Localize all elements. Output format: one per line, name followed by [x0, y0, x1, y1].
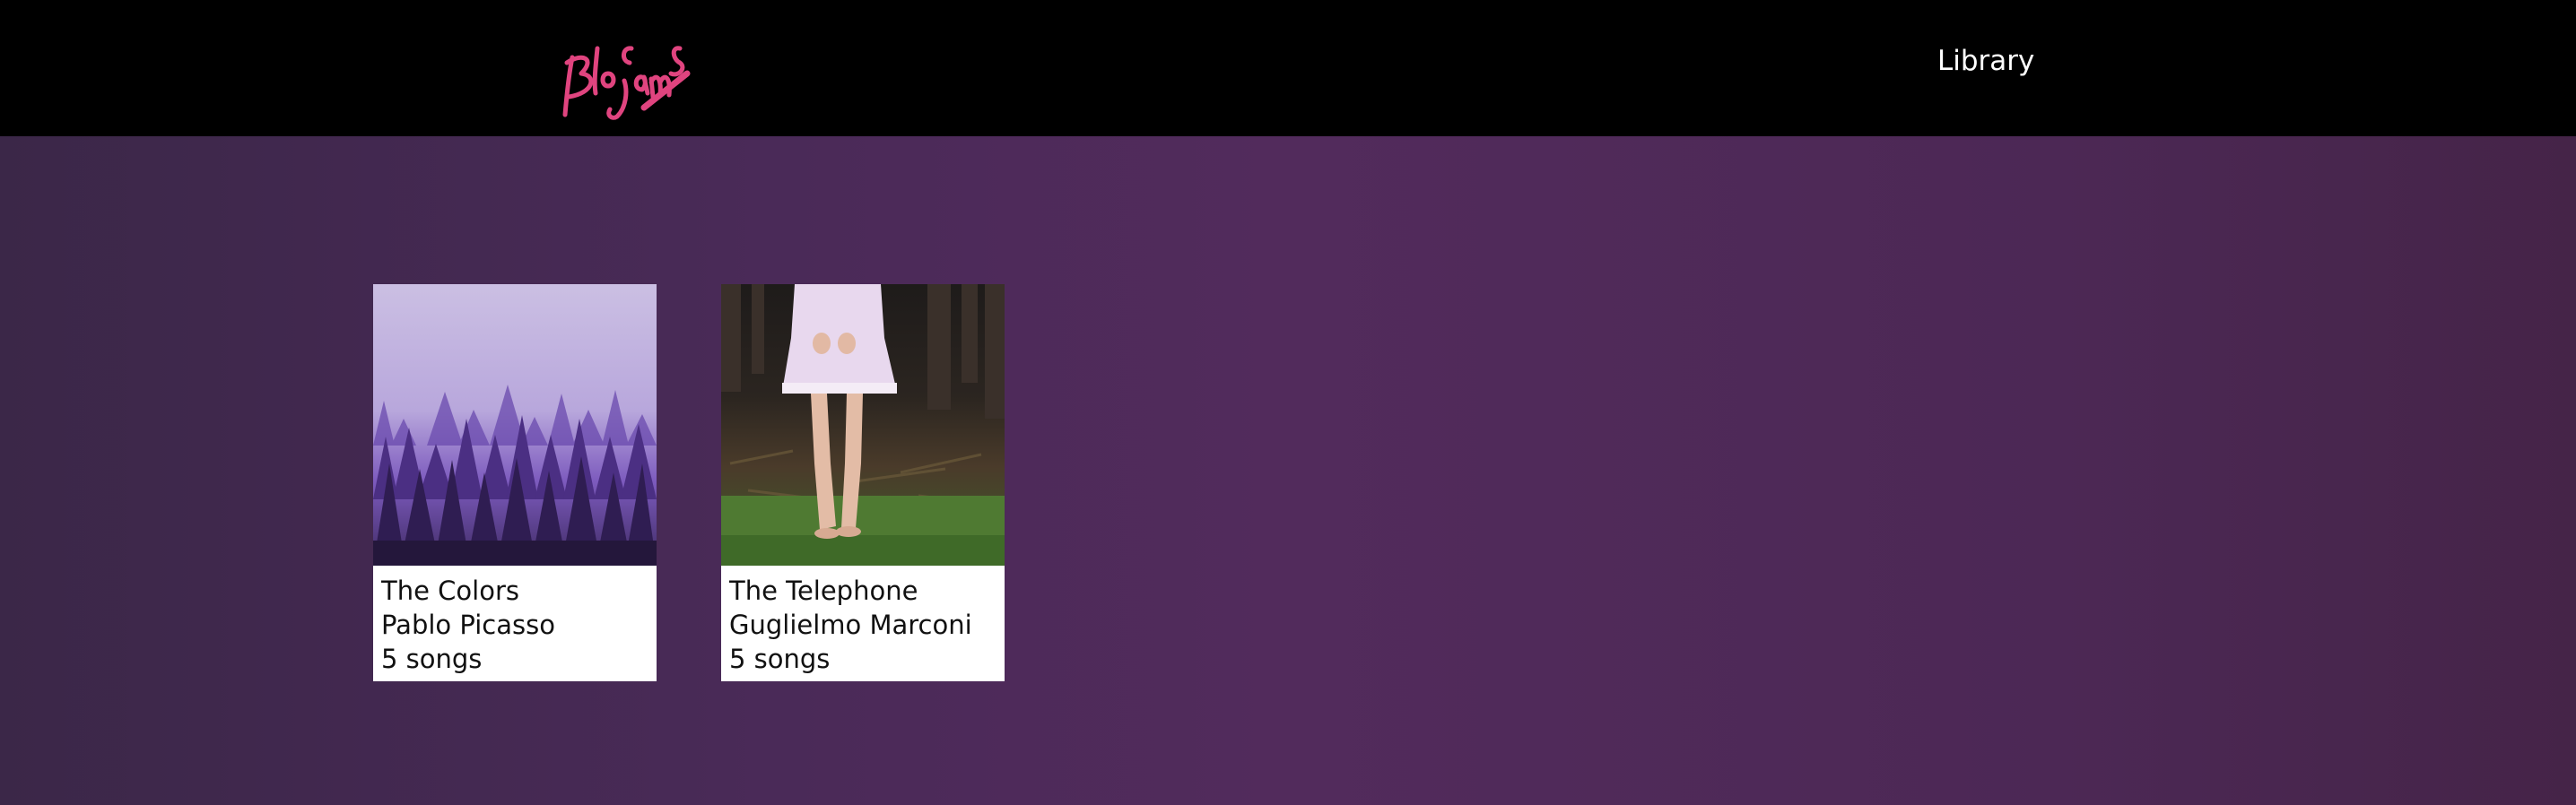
logo-script-svg — [562, 46, 691, 120]
album-artist: Pablo Picasso — [381, 610, 555, 640]
album-cover-svg — [373, 284, 657, 566]
girl-in-dress-forest-image-icon[interactable] — [721, 284, 1005, 566]
bloc-jams-logo-icon[interactable] — [556, 22, 691, 122]
album-info: The Colors Pablo Picasso 5 songs — [373, 566, 657, 681]
album-info: The Telephone Guglielmo Marconi 5 songs — [721, 566, 1005, 681]
nav-link-library[interactable]: Library — [1937, 43, 2034, 79]
album-artist: Guglielmo Marconi — [729, 610, 972, 640]
album-cover-svg — [721, 284, 1005, 566]
misty-purple-forest-image-icon[interactable] — [373, 284, 657, 566]
album-card[interactable]: The Colors Pablo Picasso 5 songs — [373, 284, 657, 681]
top-navigation-bar: Library — [0, 0, 2576, 136]
album-title[interactable]: The Colors — [381, 574, 649, 608]
album-song-count: 5 songs — [729, 644, 831, 674]
album-card[interactable]: The Telephone Guglielmo Marconi 5 songs — [721, 284, 1005, 681]
album-title[interactable]: The Telephone — [729, 574, 997, 608]
album-song-count: 5 songs — [381, 644, 483, 674]
